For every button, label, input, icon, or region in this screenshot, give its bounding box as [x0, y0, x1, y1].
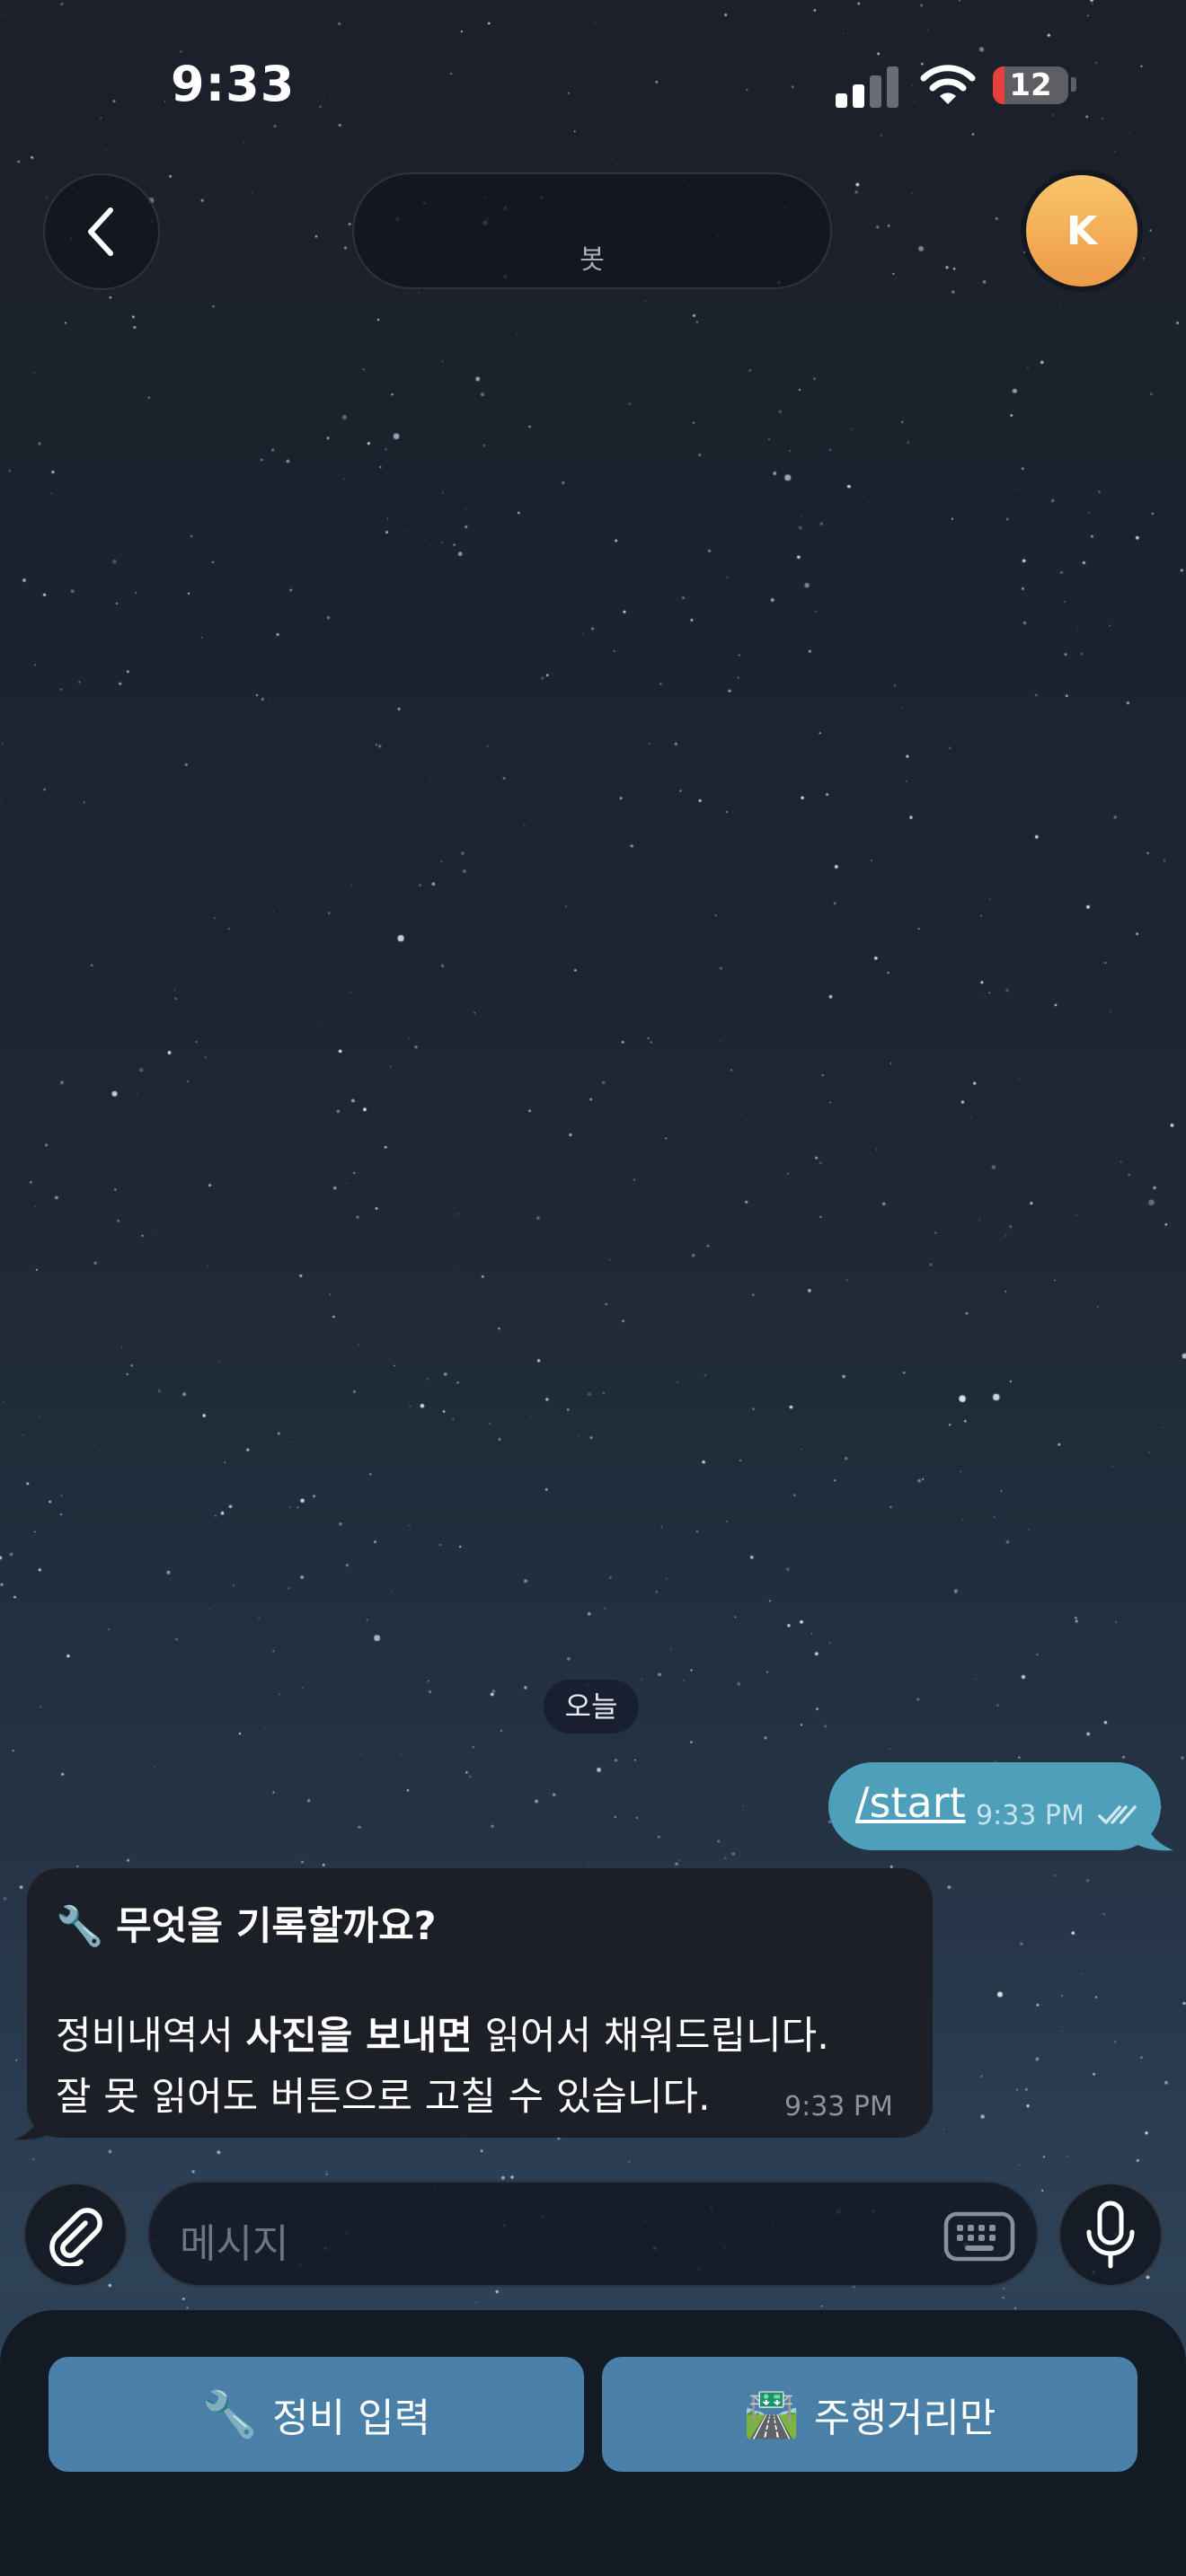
incoming-message-line: 정비내역서 사진을 보내면 읽어서 채워드립니다.	[56, 2005, 829, 2060]
wifi-icon	[920, 65, 976, 104]
attach-button[interactable]	[23, 2183, 128, 2287]
outgoing-message-text[interactable]: /start	[855, 1778, 966, 1827]
incoming-line2-bold: 사진을 보내면	[245, 2014, 473, 2059]
message-input-placeholder: 메시지	[180, 2221, 289, 2267]
outgoing-message[interactable]: /start 9:33 PM	[828, 1762, 1161, 1850]
incoming-message-title: 무엇을 기록할까요?	[116, 1904, 437, 1949]
outgoing-message-time: 9:33 PM	[976, 1800, 1084, 1831]
road-icon: 🛣️	[743, 2387, 800, 2440]
maintenance-entry-label: 정비 입력	[272, 2395, 431, 2441]
chat-title: 봇	[580, 244, 605, 276]
battery-level: 12	[1009, 67, 1052, 103]
cellular-signal-icon	[836, 63, 898, 108]
reply-keyboard: 🔧 정비 입력 🛣️ 주행거리만	[0, 2310, 1186, 2576]
back-button[interactable]	[43, 173, 160, 290]
avatar[interactable]: K	[1026, 175, 1137, 287]
paperclip-icon	[49, 2208, 102, 2266]
incoming-message[interactable]: 🔧 무엇을 기록할까요? 정비내역서 사진을 보내면 읽어서 채워드립니다. 잘…	[27, 1868, 933, 2138]
status-time: 9:33	[171, 56, 296, 112]
keyboard-icon[interactable]	[943, 2210, 1015, 2263]
wrench-icon: 🔧	[201, 2387, 259, 2440]
incoming-line2-prefix: 정비내역서	[56, 2014, 246, 2059]
incoming-message-title-line: 🔧 무엇을 기록할까요?	[56, 1895, 437, 1951]
wrench-icon: 🔧	[56, 1904, 104, 1949]
maintenance-entry-button[interactable]: 🔧 정비 입력	[49, 2357, 584, 2472]
message-input[interactable]: 메시지	[147, 2181, 1039, 2287]
incoming-line2-suffix: 읽어서 채워드립니다.	[472, 2014, 829, 2059]
battery-icon: 12	[993, 66, 1068, 104]
microphone-button[interactable]	[1058, 2183, 1163, 2287]
double-check-icon	[1098, 1805, 1137, 1824]
mileage-only-button[interactable]: 🛣️ 주행거리만	[602, 2357, 1137, 2472]
incoming-message-line3: 잘 못 읽어도 버튼으로 고칠 수 있습니다.	[56, 2075, 711, 2120]
microphone-icon	[1086, 2201, 1135, 2269]
mileage-only-label: 주행거리만	[813, 2395, 996, 2441]
chevron-left-icon	[88, 207, 113, 256]
chat-title-pill[interactable]: 봇	[352, 172, 832, 289]
date-separator: 오늘	[544, 1680, 639, 1734]
incoming-message-time: 9:33 PM	[784, 2091, 893, 2122]
